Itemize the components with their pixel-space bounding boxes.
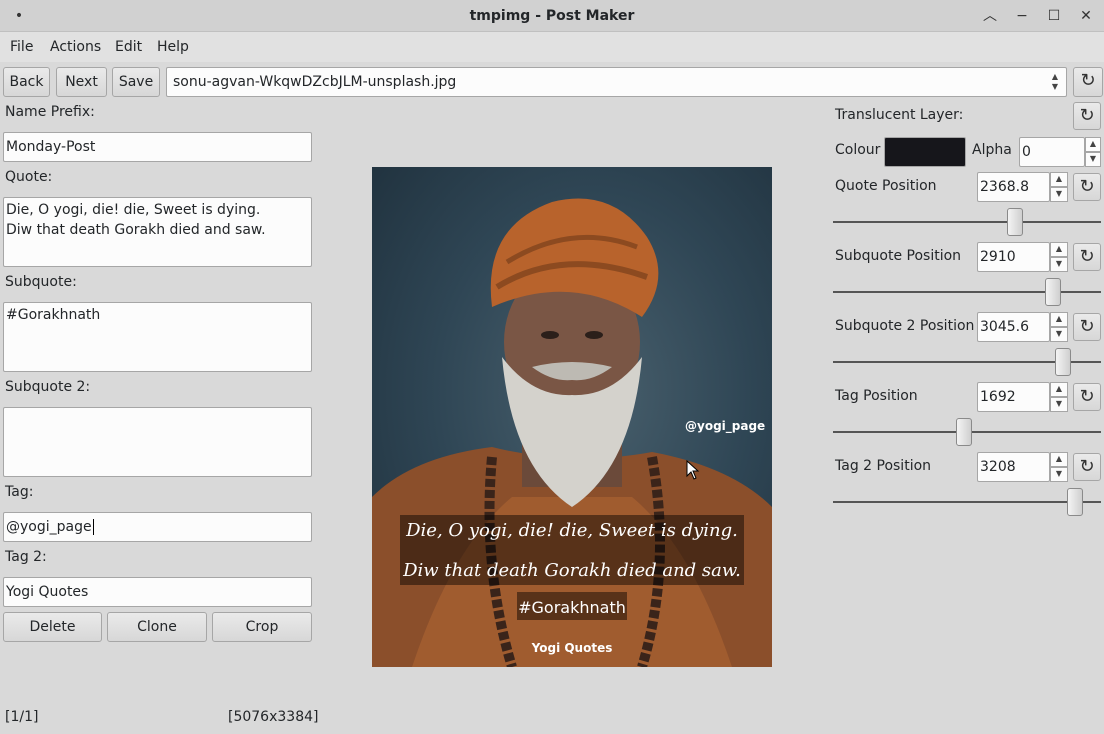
file-select[interactable]: sonu-agvan-WkqwDZcbJLM-unsplash.jpg: [166, 67, 1067, 97]
preview-tag: @yogi_page: [685, 419, 766, 433]
quote-position-reset-icon[interactable]: ↻: [1073, 173, 1101, 201]
subquote-label: Subquote:: [5, 274, 77, 290]
preview-subquote: #Gorakhnath: [518, 598, 626, 617]
quote-label: Quote:: [5, 169, 53, 185]
quote-position-spin-up-icon[interactable]: ▲: [1050, 172, 1068, 187]
tag-position-reset-icon[interactable]: ↻: [1073, 383, 1101, 411]
subquote-2-position-reset-icon[interactable]: ↻: [1073, 313, 1101, 341]
window-title: tmpimg - Post Maker: [469, 8, 635, 24]
subquote2-label: Subquote 2:: [5, 379, 91, 395]
subquote2-textarea[interactable]: [3, 407, 312, 477]
preview-quote-line-1: Die, O yogi, die! die, Sweet is dying.: [406, 520, 738, 541]
menu-actions[interactable]: Actions: [50, 32, 101, 62]
subquote-position-spin-down-icon[interactable]: ▼: [1050, 257, 1068, 272]
text-cursor: [92, 519, 94, 535]
tag-input-value: @yogi_page: [6, 519, 92, 535]
tag-2-position-spin-down-icon[interactable]: ▼: [1050, 467, 1068, 482]
alpha-input[interactable]: 0: [1019, 137, 1085, 167]
post-preview-image: @yogi_page Die, O yogi, die! die, Sweet …: [372, 167, 772, 667]
tag-2-position-slider-handle[interactable]: [1067, 488, 1083, 516]
tag-2-position-slider-track[interactable]: [833, 501, 1101, 503]
quote-position-slider-handle[interactable]: [1007, 208, 1023, 236]
tag-position-input[interactable]: 1692: [977, 382, 1050, 412]
translucent-reset-icon[interactable]: ↻: [1073, 102, 1101, 130]
close-icon[interactable]: ✕: [1075, 5, 1097, 27]
subquote-2-position-spin-up-icon[interactable]: ▲: [1050, 312, 1068, 327]
quote-line-2: Diw that death Gorakh died and saw.: [6, 222, 266, 238]
quote-position-input[interactable]: 2368.8: [977, 172, 1050, 202]
tag-position-spin-up-icon[interactable]: ▲: [1050, 382, 1068, 397]
refresh-icon[interactable]: ↻: [1073, 67, 1103, 97]
menu-edit[interactable]: Edit: [115, 32, 142, 62]
translucent-layer-label: Translucent Layer:: [835, 107, 964, 123]
alpha-spin-up-icon[interactable]: ▲: [1085, 137, 1101, 152]
tag-2-position-spin-up-icon[interactable]: ▲: [1050, 452, 1068, 467]
preview-tag2: Yogi Quotes: [531, 641, 613, 655]
tag-2-position-label: Tag 2 Position: [835, 458, 932, 474]
clone-button[interactable]: Clone: [107, 612, 207, 642]
menu-file[interactable]: File: [10, 32, 33, 62]
combo-arrows-icon: ▲ ▼: [1051, 72, 1059, 91]
tag-position-spin-down-icon[interactable]: ▼: [1050, 397, 1068, 412]
alpha-spin-down-icon[interactable]: ▼: [1085, 152, 1101, 167]
yogi-portrait-graphic: [372, 198, 772, 667]
subquote-position-slider-handle[interactable]: [1045, 278, 1061, 306]
tag-label: Tag:: [5, 484, 34, 500]
menu-help[interactable]: Help: [157, 32, 189, 62]
minimize-icon[interactable]: −: [1011, 5, 1033, 27]
tag-2-position-reset-icon[interactable]: ↻: [1073, 453, 1101, 481]
name-prefix-label: Name Prefix:: [5, 104, 95, 120]
quote-position-slider-track[interactable]: [833, 221, 1101, 223]
file-select-value: sonu-agvan-WkqwDZcbJLM-unsplash.jpg: [173, 74, 457, 90]
quote-position-label: Quote Position: [835, 178, 937, 194]
status-index: [1/1]: [5, 709, 39, 725]
alpha-label: Alpha: [972, 142, 1012, 158]
subquote-position-spin-up-icon[interactable]: ▲: [1050, 242, 1068, 257]
colour-swatch[interactable]: [884, 137, 966, 167]
tag-position-label: Tag Position: [835, 388, 918, 404]
colour-label: Colour: [835, 142, 881, 158]
subquote-2-position-input[interactable]: 3045.6: [977, 312, 1050, 342]
subquote-position-label: Subquote Position: [835, 248, 962, 264]
back-button[interactable]: Back: [3, 67, 50, 97]
preview-quote-line-2: Diw that death Gorakh died and saw.: [403, 560, 741, 581]
subquote-2-position-slider-handle[interactable]: [1055, 348, 1071, 376]
subquote-position-reset-icon[interactable]: ↻: [1073, 243, 1101, 271]
tag2-input[interactable]: Yogi Quotes: [3, 577, 312, 607]
quote-position-spin-down-icon[interactable]: ▼: [1050, 187, 1068, 202]
quote-line-1: Die, O yogi, die! die, Sweet is dying.: [6, 202, 261, 218]
name-prefix-input[interactable]: Monday-Post: [3, 132, 312, 162]
next-button[interactable]: Next: [56, 67, 107, 97]
tag-position-slider-handle[interactable]: [956, 418, 972, 446]
quote-textarea[interactable]: Die, O yogi, die! die, Sweet is dying. D…: [3, 197, 312, 267]
delete-button[interactable]: Delete: [3, 612, 102, 642]
crop-button[interactable]: Crop: [212, 612, 312, 642]
tag-2-position-input[interactable]: 3208: [977, 452, 1050, 482]
mouse-pointer-icon: [686, 460, 700, 480]
subquote-2-position-label: Subquote 2 Position: [835, 318, 975, 334]
maximize-icon[interactable]: ☐: [1043, 5, 1065, 27]
subquote-2-position-spin-down-icon[interactable]: ▼: [1050, 327, 1068, 342]
save-button[interactable]: Save: [112, 67, 160, 97]
subquote-textarea[interactable]: #Gorakhnath: [3, 302, 312, 372]
shade-icon[interactable]: ︿: [979, 5, 1001, 27]
tag2-label: Tag 2:: [5, 549, 47, 565]
tag-input[interactable]: @yogi_page: [3, 512, 312, 542]
subquote-position-input[interactable]: 2910: [977, 242, 1050, 272]
status-image-size: [5076x3384]: [228, 709, 319, 725]
